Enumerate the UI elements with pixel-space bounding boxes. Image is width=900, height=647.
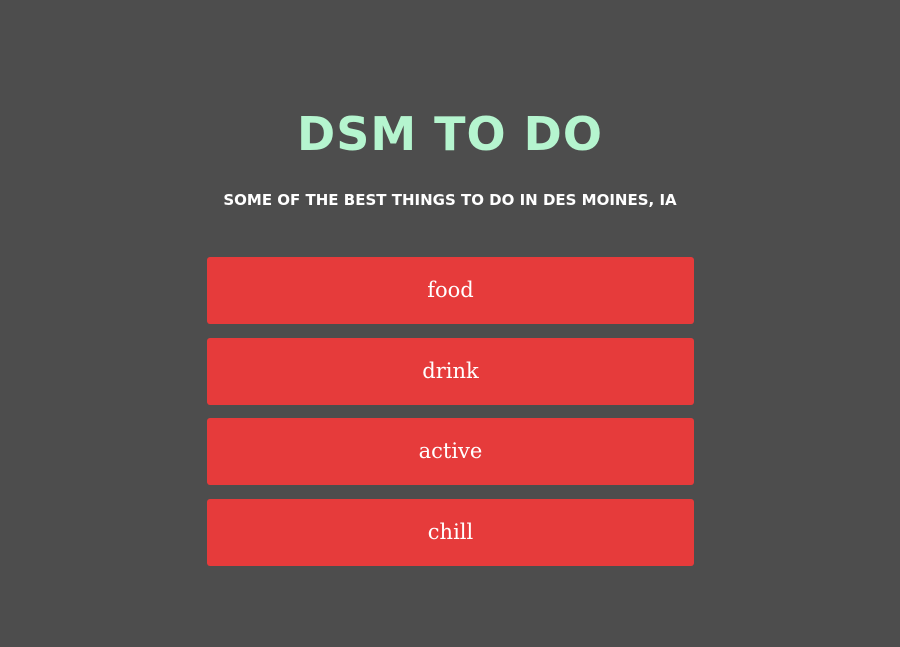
page-title: DSM TO DO xyxy=(297,107,603,161)
chill-button[interactable]: chill xyxy=(207,498,694,566)
food-button[interactable]: food xyxy=(207,257,694,324)
page-subtitle: SOME OF THE BEST THINGS TO DO IN DES MOI… xyxy=(223,191,677,209)
category-menu: food drink active chill xyxy=(207,257,694,579)
page: DSM TO DO SOME OF THE BEST THINGS TO DO … xyxy=(0,0,900,647)
active-button[interactable]: active xyxy=(207,418,694,485)
drink-button[interactable]: drink xyxy=(207,337,694,405)
